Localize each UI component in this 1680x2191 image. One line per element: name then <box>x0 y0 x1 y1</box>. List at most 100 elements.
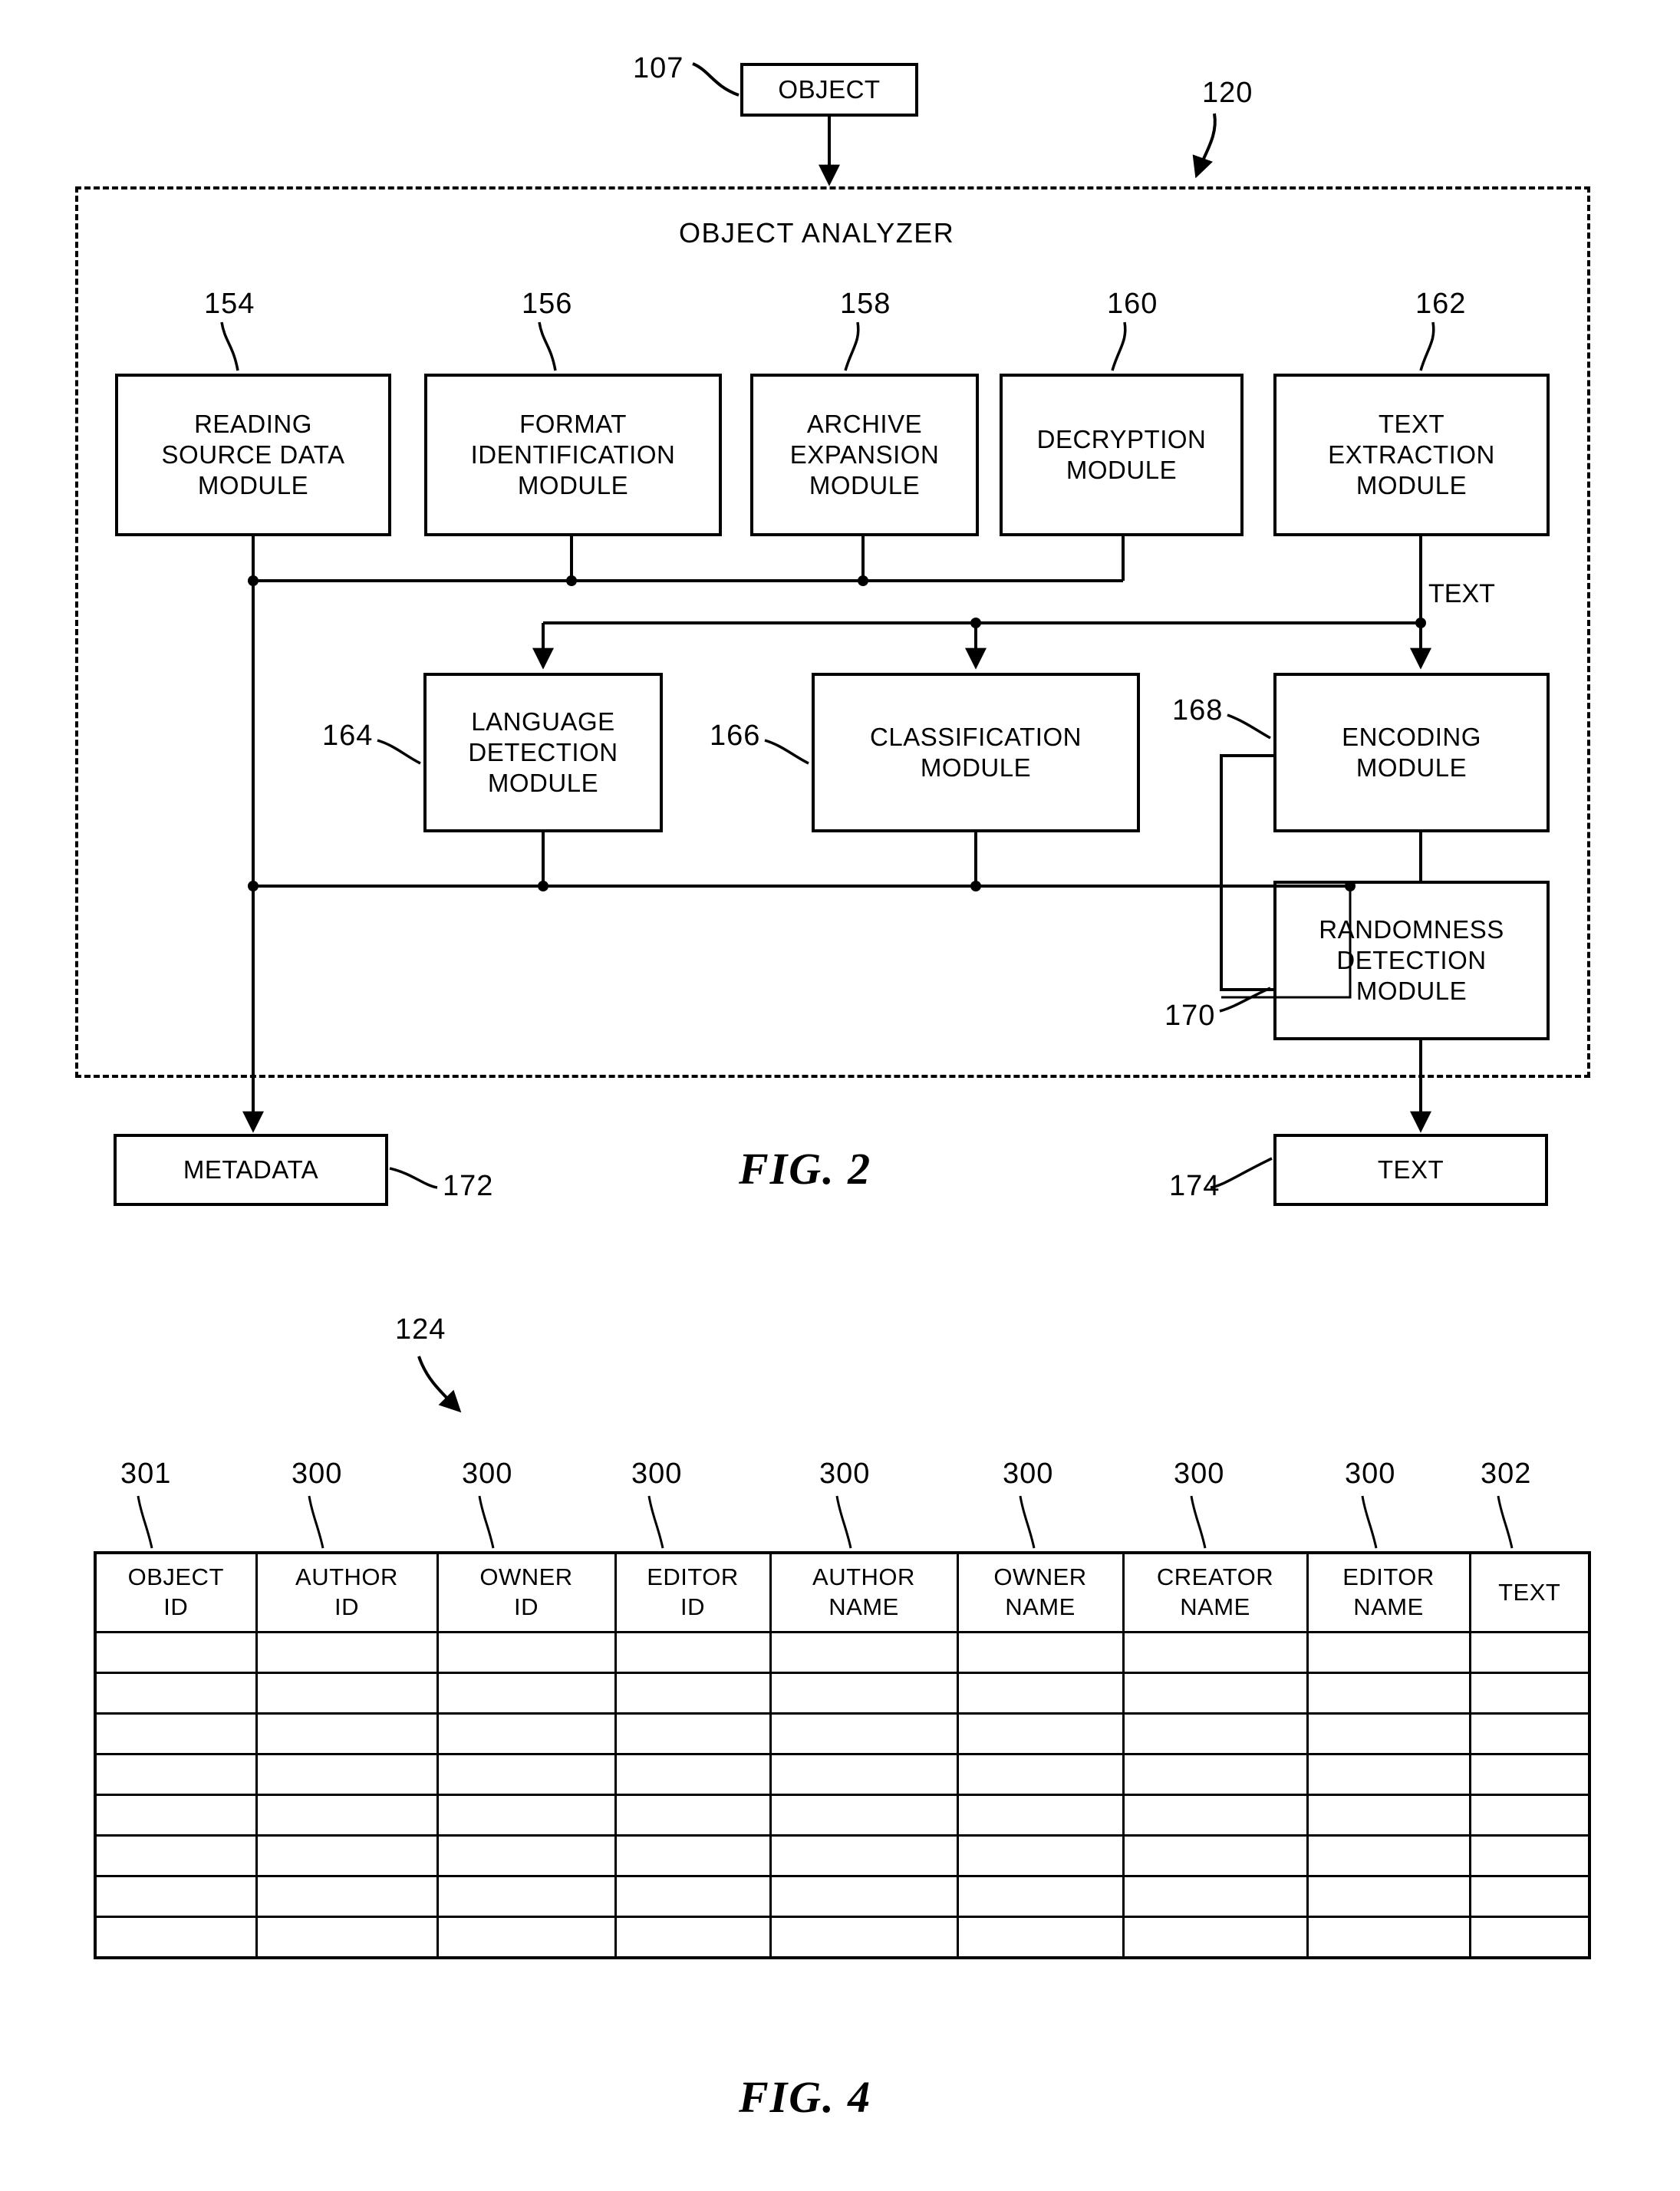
table-cell <box>1468 1916 1591 1959</box>
table-row <box>94 1712 1591 1755</box>
table-cell <box>1468 1712 1591 1755</box>
text-extraction-module-box: TEXT EXTRACTION MODULE <box>1273 374 1550 536</box>
text-output-box: TEXT <box>1273 1134 1548 1206</box>
table-cell <box>255 1712 439 1755</box>
ref-col-300-6: 300 <box>1174 1458 1225 1490</box>
encoding-module-box: ENCODING MODULE <box>1273 673 1550 832</box>
table-cell <box>94 1753 258 1796</box>
table-cell <box>94 1834 258 1877</box>
table-row <box>94 1916 1591 1959</box>
ref-154: 154 <box>204 288 255 320</box>
table-cell <box>614 1794 772 1837</box>
table-cell <box>1306 1672 1471 1715</box>
table-cell <box>769 1875 959 1918</box>
table-cell <box>1306 1834 1471 1877</box>
table-cell <box>956 1794 1125 1837</box>
table-row <box>94 1875 1591 1918</box>
ref-col-300-1: 300 <box>292 1458 343 1490</box>
table-cell <box>1122 1834 1309 1877</box>
table-cell <box>769 1631 959 1674</box>
randomness-detection-module-label: RANDOMNESS DETECTION MODULE <box>1319 914 1504 1006</box>
metadata-table: OBJECT ID AUTHOR ID OWNER ID EDITOR ID AUTHO… <box>94 1551 1591 1959</box>
table-cell <box>1306 1916 1471 1959</box>
column-header-owner-id: OWNER ID <box>436 1551 617 1633</box>
table-cell <box>1122 1712 1309 1755</box>
table-cell <box>94 1875 258 1918</box>
ref-col-300-5: 300 <box>1003 1458 1054 1490</box>
ref-col-300-2: 300 <box>462 1458 513 1490</box>
table-cell <box>436 1672 617 1715</box>
table-cell <box>769 1712 959 1755</box>
table-cell <box>94 1916 258 1959</box>
table-cell <box>614 1834 772 1877</box>
table-cell <box>255 1631 439 1674</box>
ref-174: 174 <box>1169 1170 1220 1202</box>
table-cell <box>1306 1875 1471 1918</box>
ref-156: 156 <box>522 288 573 320</box>
table-cell <box>94 1794 258 1837</box>
table-cell <box>1468 1875 1591 1918</box>
table-row <box>94 1631 1591 1674</box>
column-header-author-id: AUTHOR ID <box>255 1551 439 1633</box>
column-header-editor-id: EDITOR ID <box>614 1551 772 1633</box>
archive-expansion-module-box: ARCHIVE EXPANSION MODULE <box>750 374 979 536</box>
table-cell <box>255 1875 439 1918</box>
table-cell <box>1306 1753 1471 1796</box>
table-cell <box>436 1631 617 1674</box>
table-cell <box>769 1916 959 1959</box>
table-cell <box>436 1712 617 1755</box>
table-cell <box>956 1834 1125 1877</box>
table-header-row: OBJECT ID AUTHOR ID OWNER ID EDITOR ID AUTHO… <box>94 1551 1591 1633</box>
ref-col-301: 301 <box>120 1458 172 1490</box>
classification-module-box: CLASSIFICATION MODULE <box>812 673 1140 832</box>
table-cell <box>1468 1834 1591 1877</box>
ref-162: 162 <box>1415 288 1467 320</box>
table-cell <box>956 1916 1125 1959</box>
table-cell <box>614 1875 772 1918</box>
object-box: OBJECT <box>740 63 918 117</box>
encoding-module-label: ENCODING MODULE <box>1342 722 1481 782</box>
table-cell <box>1122 1916 1309 1959</box>
table-cell <box>94 1712 258 1755</box>
table-cell <box>436 1753 617 1796</box>
ref-166: 166 <box>710 720 761 752</box>
table-cell <box>436 1916 617 1959</box>
language-detection-module-box: LANGUAGE DETECTION MODULE <box>423 673 663 832</box>
ref-col-300-7: 300 <box>1345 1458 1396 1490</box>
table-cell <box>614 1916 772 1959</box>
table-row <box>94 1794 1591 1837</box>
column-header-object-id: OBJECT ID <box>94 1551 258 1633</box>
column-header-editor-name: EDITOR NAME <box>1306 1551 1471 1633</box>
table-cell <box>255 1794 439 1837</box>
table-cell <box>1468 1631 1591 1674</box>
column-header-author-name: AUTHOR NAME <box>769 1551 959 1633</box>
randomness-detection-module-box: RANDOMNESS DETECTION MODULE <box>1273 881 1550 1040</box>
fig2-label: FIG. 2 <box>739 1144 872 1194</box>
table-cell <box>956 1712 1125 1755</box>
table-cell <box>614 1753 772 1796</box>
column-header-owner-name: OWNER NAME <box>956 1551 1125 1633</box>
ref-107: 107 <box>633 52 684 84</box>
table-cell <box>1122 1753 1309 1796</box>
text-output-label: TEXT <box>1377 1155 1444 1184</box>
column-header-text: TEXT <box>1468 1551 1591 1633</box>
table-cell <box>956 1631 1125 1674</box>
metadata-output-box: METADATA <box>114 1134 388 1206</box>
table-cell <box>956 1875 1125 1918</box>
ref-172: 172 <box>443 1170 494 1202</box>
table-cell <box>1306 1631 1471 1674</box>
archive-expansion-module-label: ARCHIVE EXPANSION MODULE <box>789 409 940 500</box>
format-identification-module-box: FORMAT IDENTIFICATION MODULE <box>424 374 722 536</box>
ref-160: 160 <box>1107 288 1158 320</box>
classification-module-label: CLASSIFICATION MODULE <box>870 722 1082 782</box>
table-cell <box>769 1672 959 1715</box>
ref-col-302: 302 <box>1481 1458 1532 1490</box>
decryption-module-label: DECRYPTION MODULE <box>1036 424 1207 484</box>
table-cell <box>1122 1794 1309 1837</box>
table-cell <box>255 1672 439 1715</box>
object-box-label: OBJECT <box>778 74 881 104</box>
table-cell <box>1122 1631 1309 1674</box>
table-cell <box>1306 1712 1471 1755</box>
table-cell <box>94 1631 258 1674</box>
table-cell <box>255 1834 439 1877</box>
